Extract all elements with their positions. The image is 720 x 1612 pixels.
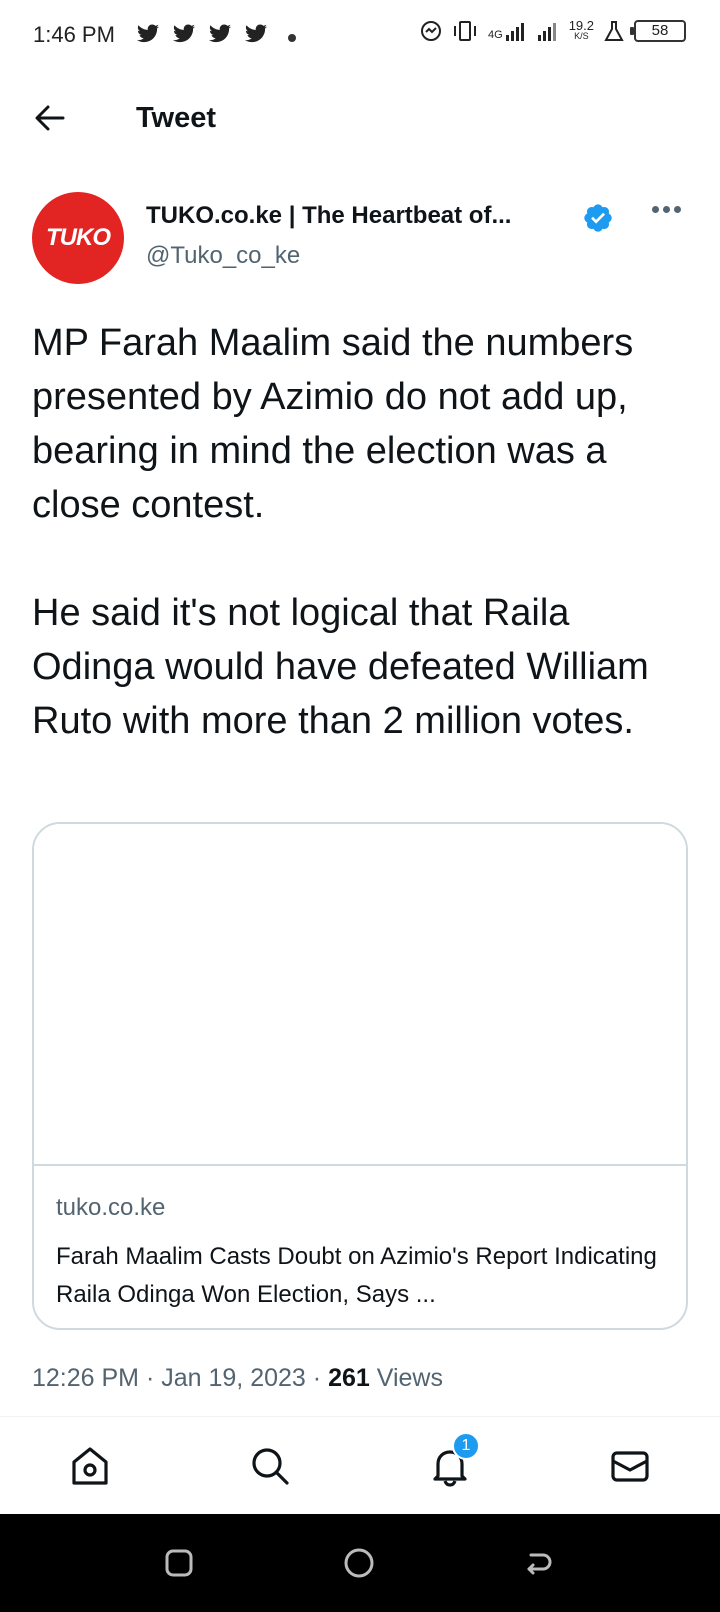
tweet-text: MP Farah Maalim said the numbers present… <box>32 316 692 748</box>
more-options-button[interactable] <box>652 206 681 213</box>
link-domain: tuko.co.ke <box>56 1194 166 1221</box>
views-count[interactable]: 261 <box>328 1364 370 1392</box>
battery-level: 58 <box>651 22 669 39</box>
back-button[interactable] <box>30 98 70 138</box>
recent-apps-icon <box>165 1549 193 1577</box>
tweet-meta: 12:26 PM · Jan 19, 2023 · 261 Views <box>32 1364 443 1393</box>
twitter-bird-icon <box>245 24 268 43</box>
twitter-bird-icon <box>137 24 160 43</box>
twitter-notification-icons <box>134 22 270 46</box>
author-name[interactable]: TUKO.co.ke | The Heartbeat of... <box>146 202 511 230</box>
more-dot-icon <box>652 206 659 213</box>
nav-home-button[interactable] <box>64 1440 116 1492</box>
bottom-navigation: 1 <box>0 1418 720 1514</box>
tweet-date: Jan 19, 2023 <box>161 1364 306 1392</box>
more-dot-icon <box>674 206 681 213</box>
battery-indicator: 58 <box>630 20 686 42</box>
link-preview-image[interactable] <box>34 824 686 1166</box>
more-notifications-dot-icon <box>288 34 296 42</box>
status-icons: 4G 19.2 K/S 58 <box>420 18 686 42</box>
home-icon <box>72 1447 108 1485</box>
flask-icon <box>604 21 624 41</box>
data-saver-icon <box>421 21 441 41</box>
page-title: Tweet <box>136 102 217 134</box>
meta-separator: · <box>312 1364 322 1392</box>
views-label[interactable]: Views <box>377 1364 443 1392</box>
recent-apps-button[interactable] <box>162 1546 196 1580</box>
tweet-time: 12:26 PM <box>32 1364 140 1392</box>
avatar-logo-text: TUKO <box>46 224 111 251</box>
notification-badge: 1 <box>452 1432 480 1460</box>
more-dot-icon <box>663 206 670 213</box>
envelope-icon <box>611 1451 649 1482</box>
circle-home-icon <box>344 1548 374 1578</box>
network-type-label: 4G <box>488 29 503 41</box>
search-icon <box>252 1448 289 1485</box>
signal-4g-icon: 4G <box>488 21 527 41</box>
system-home-button[interactable] <box>342 1546 376 1580</box>
system-navigation-bar <box>0 1514 720 1612</box>
nav-search-button[interactable] <box>244 1440 296 1492</box>
nav-messages-button[interactable] <box>604 1440 656 1492</box>
twitter-bird-icon <box>173 24 196 43</box>
back-gesture-icon <box>527 1553 552 1575</box>
verified-badge-icon <box>584 204 612 232</box>
divider <box>0 1416 720 1417</box>
status-bar: 1:46 PM 4G 19.2 K/S 58 <box>0 0 720 72</box>
tweet-paragraph: MP Farah Maalim said the numbers present… <box>32 322 634 526</box>
system-back-button[interactable] <box>522 1546 556 1580</box>
avatar[interactable]: TUKO <box>32 192 124 284</box>
twitter-bird-icon <box>209 24 232 43</box>
author-handle[interactable]: @Tuko_co_ke <box>146 242 300 270</box>
net-speed: 19.2 K/S <box>568 18 594 42</box>
signal-bars-icon <box>537 23 556 41</box>
vibrate-icon <box>454 21 476 41</box>
meta-separator: · <box>145 1364 155 1392</box>
net-speed-value: 19.2 <box>568 18 594 33</box>
tweet-paragraph: He said it's not logical that Raila Odin… <box>32 592 649 742</box>
link-title: Farah Maalim Casts Doubt on Azimio's Rep… <box>56 1243 657 1308</box>
top-app-bar: Tweet <box>0 80 720 160</box>
arrow-left-icon <box>35 105 65 131</box>
status-time: 1:46 PM <box>33 22 115 47</box>
link-preview-card[interactable]: tuko.co.ke Farah Maalim Casts Doubt on A… <box>32 822 688 1330</box>
